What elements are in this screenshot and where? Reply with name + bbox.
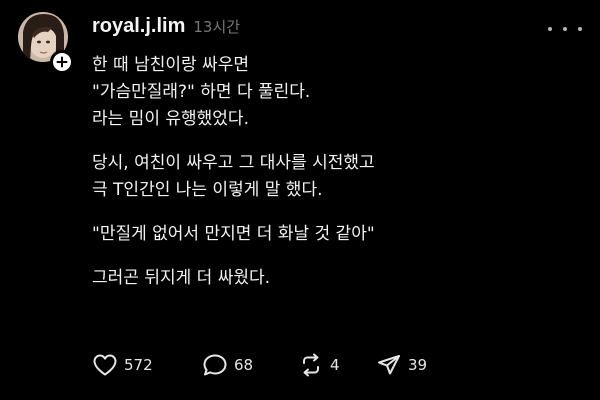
- more-horizontal-icon-dot: [563, 27, 567, 31]
- more-horizontal-icon-dot: [578, 27, 582, 31]
- heart-icon: [93, 354, 117, 376]
- post-paragraph: 당시, 여친이 싸우고 그 대사를 시전했고 극 T인간인 나는 이렇게 말 했…: [92, 153, 375, 200]
- post-text: 한 때 남친이랑 싸우면 "가슴만질래?" 하면 다 풀린다. 라는 밈이 유행…: [92, 52, 582, 309]
- post-paragraph: 한 때 남친이랑 싸우면 "가슴만질래?" 하면 다 풀린다. 라는 밈이 유행…: [92, 55, 311, 129]
- like-count: 572: [124, 356, 153, 374]
- repost-button[interactable]: 4: [298, 353, 376, 377]
- like-button[interactable]: 572: [92, 353, 202, 377]
- author-avatar-group[interactable]: [18, 12, 74, 76]
- author-username[interactable]: royal.j.lim: [92, 15, 185, 38]
- send-icon: [378, 355, 400, 375]
- share-count: 39: [408, 356, 428, 374]
- comment-bubble-icon: [203, 354, 227, 376]
- comment-button[interactable]: 68: [202, 353, 298, 377]
- post-paragraph: 그러곤 뒤지게 더 싸웠다.: [92, 268, 271, 288]
- plus-icon: [56, 56, 68, 68]
- repost-count: 4: [330, 356, 340, 374]
- more-options-button[interactable]: [548, 22, 582, 36]
- post-header: royal.j.lim 13시간: [92, 15, 240, 38]
- post-paragraph: "만질게 없어서 만지면 더 화날 것 같아": [92, 224, 375, 244]
- share-button[interactable]: 39: [376, 353, 446, 377]
- follow-button[interactable]: [50, 50, 74, 74]
- post-timestamp: 13시간: [193, 18, 241, 36]
- action-bar: 572 68 4 39: [92, 350, 446, 380]
- more-horizontal-icon-dot: [548, 27, 552, 31]
- comment-count: 68: [234, 356, 254, 374]
- repost-icon: [303, 353, 319, 377]
